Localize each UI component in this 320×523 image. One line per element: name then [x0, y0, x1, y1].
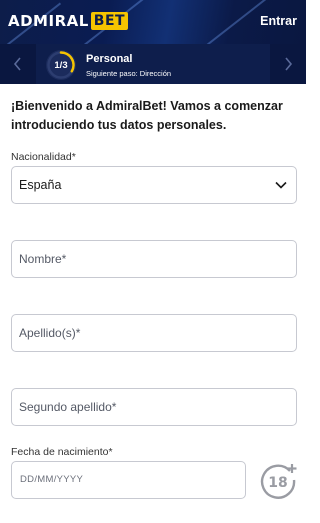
welcome-message: ¡Bienvenido a AdmiralBet! Vamos a comenz… [11, 99, 283, 132]
second-surname-placeholder: Segundo apellido* [19, 400, 117, 414]
admiralbet-logo[interactable]: ADMIRAL BET [8, 12, 129, 30]
18-plus-icon: 18 [260, 464, 297, 499]
step-counter-badge: 1/3 [46, 50, 76, 80]
second-surname-field[interactable]: Segundo apellido* [11, 388, 297, 426]
first-name-placeholder: Nombre* [19, 252, 67, 266]
top-header: ADMIRAL BET Entrar [0, 0, 306, 44]
chevron-left-icon [13, 57, 21, 71]
nationality-value: España [19, 178, 62, 192]
surname-placeholder: Apellido(s)* [19, 326, 81, 340]
next-step-button[interactable] [270, 44, 306, 84]
logo-accent: BET [90, 12, 129, 30]
age-badge-text: 18 [268, 475, 287, 491]
chevron-right-icon [285, 57, 293, 71]
nationality-label: Nacionalidad* [11, 151, 76, 163]
first-name-field[interactable]: Nombre* [11, 240, 297, 278]
login-button[interactable]: Entrar [260, 14, 297, 28]
birthdate-label: Fecha de nacimiento* [11, 446, 113, 458]
step-title: Personal [86, 53, 133, 65]
step-counter: 1/3 [54, 59, 68, 71]
surname-field[interactable]: Apellido(s)* [11, 314, 297, 352]
next-step-text: Siguiente paso: Dirección [86, 69, 172, 78]
nationality-select[interactable]: España [11, 166, 297, 204]
birthdate-field[interactable]: DD/MM/YYYY [11, 461, 246, 499]
step-progress-bar: 1/3 Personal Siguiente paso: Dirección [0, 44, 306, 84]
birthdate-placeholder: DD/MM/YYYY [20, 474, 84, 485]
chevron-down-icon [275, 181, 287, 189]
logo-text: ADMIRAL [8, 12, 89, 30]
previous-step-button[interactable] [0, 44, 36, 84]
